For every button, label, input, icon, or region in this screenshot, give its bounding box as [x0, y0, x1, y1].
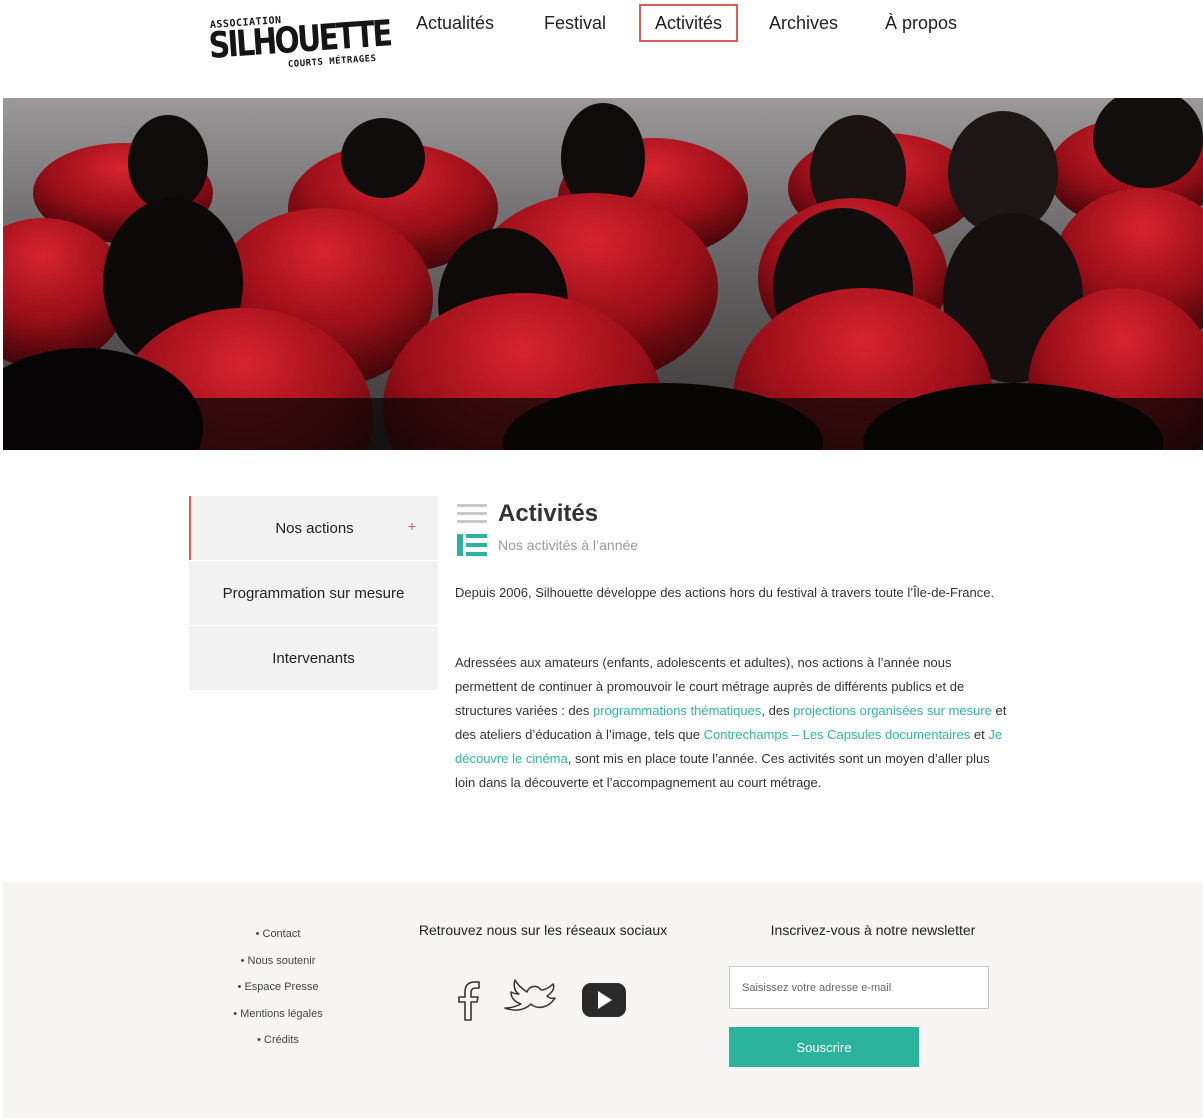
list-icon: [457, 534, 487, 556]
link-projections-sur-mesure[interactable]: projections organisées sur mesure: [793, 703, 992, 718]
footer-link-mentions-legales[interactable]: Mentions légales: [218, 1004, 338, 1031]
main-content: Activités Nos activités à l’année Depuis…: [455, 500, 1015, 790]
footer-link-nous-soutenir[interactable]: Nous soutenir: [218, 951, 338, 978]
nav-item-activites[interactable]: Activités: [639, 4, 738, 42]
site-footer: Contact Nous soutenir Espace Presse Ment…: [3, 882, 1203, 1118]
footer-link-contact[interactable]: Contact: [218, 924, 338, 951]
footer-link-espace-presse[interactable]: Espace Presse: [218, 977, 338, 1004]
side-menu-item-label: Intervenants: [272, 649, 355, 667]
nav-item-a-propos[interactable]: À propos: [885, 4, 957, 42]
site-header: ASSOCIATION SILHOUETTE COURTS MÉTRAGES A…: [0, 0, 1203, 98]
nav-item-actualites[interactable]: Actualités: [416, 4, 494, 42]
link-contrechamps[interactable]: Contrechamps – Les Capsules documentaire…: [704, 727, 971, 742]
social-title: Retrouvez nous sur les réseaux sociaux: [418, 922, 668, 938]
footer-links: Contact Nous soutenir Espace Presse Ment…: [218, 924, 338, 1057]
plus-icon: +: [407, 518, 416, 534]
intro-paragraph: Depuis 2006, Silhouette développe des ac…: [455, 585, 995, 600]
menu-lines-icon: [457, 504, 487, 523]
nav-item-archives[interactable]: Archives: [769, 4, 838, 42]
newsletter-title: Inscrivez-vous à notre newsletter: [770, 922, 976, 938]
twitter-icon[interactable]: [501, 978, 561, 1022]
side-menu-item-label: Nos actions: [275, 519, 354, 537]
facebook-icon[interactable]: [453, 978, 489, 1022]
side-menu-item-label: Programmation sur mesure: [222, 584, 405, 602]
link-programmations-thematiques[interactable]: programmations thématiques: [593, 703, 761, 718]
page-title: Activités: [498, 500, 599, 527]
paragraph-text: et: [970, 727, 989, 742]
nav-item-festival[interactable]: Festival: [544, 4, 606, 42]
side-menu-item-nos-actions[interactable]: Nos actions +: [189, 496, 438, 560]
page-subtitle: Nos activités à l’année: [498, 537, 639, 553]
hero-image: [3, 98, 1203, 450]
description-paragraph: Adressées aux amateurs (enfants, adolesc…: [455, 651, 1011, 795]
newsletter-subscribe-button[interactable]: Souscrire: [729, 1027, 919, 1067]
side-menu-item-programmation[interactable]: Programmation sur mesure: [189, 561, 438, 625]
side-menu: Nos actions + Programmation sur mesure I…: [189, 496, 438, 691]
cinema-audience-photo: [3, 98, 1203, 450]
side-menu-item-intervenants[interactable]: Intervenants: [189, 626, 438, 690]
page-heading: Activités Nos activités à l’année: [455, 500, 1015, 560]
silhouette-logo[interactable]: ASSOCIATION SILHOUETTE COURTS MÉTRAGES: [206, 13, 392, 82]
paragraph-text: , des: [761, 703, 794, 718]
footer-link-credits[interactable]: Crédits: [218, 1030, 338, 1057]
newsletter-email-input[interactable]: [729, 966, 989, 1009]
youtube-icon[interactable]: [581, 982, 627, 1018]
